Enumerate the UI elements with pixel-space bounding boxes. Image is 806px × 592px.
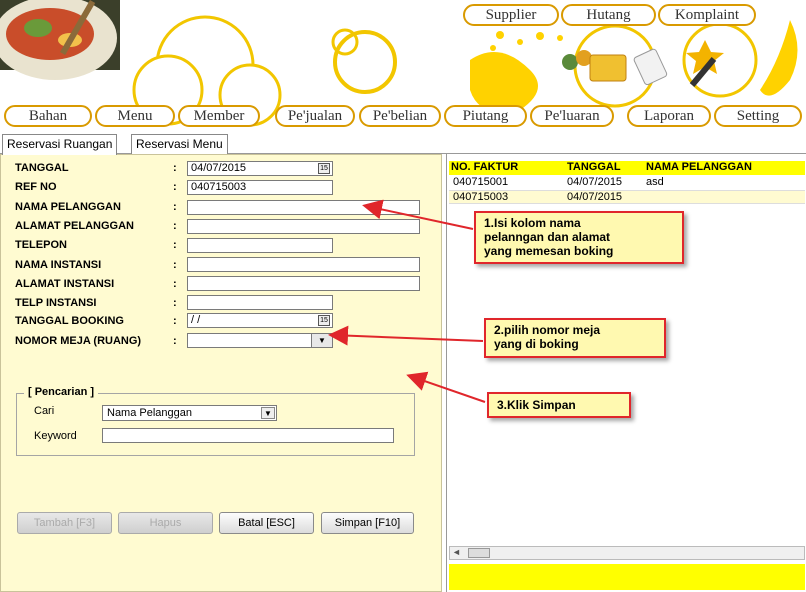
app-header: Supplier Hutang Komplaint Bahan Menu Mem… [0, 0, 806, 132]
label-nama-instansi: NAMA INSTANSI [15, 259, 102, 271]
label-tanggal-booking: TANGGAL BOOKING [15, 315, 124, 327]
table-row[interactable]: 040715003 04/07/2015 [449, 190, 805, 204]
menu-supplier[interactable]: Supplier [463, 4, 559, 26]
tab-reservasi-ruangan[interactable]: Reservasi Ruangan [2, 134, 118, 155]
label-tanggal: TANGGAL [15, 162, 69, 174]
tanggal-booking-value: / / [191, 314, 201, 326]
callout-step-2: 2.pilih nomor meja yang di boking [484, 318, 666, 358]
menu-peluaran[interactable]: Pe'luaran [530, 105, 614, 127]
calendar-icon[interactable]: 15 [318, 163, 330, 174]
grid-header: NO. FAKTUR TANGGAL NAMA PELANGGAN [449, 161, 805, 175]
tanggal-booking-input[interactable]: / / 15 [187, 313, 333, 328]
label-alamat-pelanggan: ALAMAT PELANGGAN [15, 220, 134, 232]
table-row[interactable]: 040715001 04/07/2015 asd [449, 176, 805, 190]
nama-instansi-input[interactable] [187, 257, 420, 272]
label-telp-instansi: TELP INSTANSI [15, 297, 97, 309]
tab-strip: Reservasi Ruangan Reservasi Menu [0, 134, 806, 155]
cell-tanggal: 04/07/2015 [567, 176, 623, 188]
scroll-left-icon[interactable]: ◄ [452, 547, 461, 557]
colon: : [173, 297, 177, 309]
search-group-title: [ Pencarian ] [24, 386, 99, 398]
colon: : [173, 239, 177, 251]
col-no-faktur[interactable]: NO. FAKTUR [451, 161, 518, 173]
cell-faktur: 040715001 [453, 176, 509, 188]
menu-hutang[interactable]: Hutang [561, 4, 656, 26]
menu-setting[interactable]: Setting [714, 105, 802, 127]
keyword-input[interactable] [102, 428, 394, 443]
scroll-thumb[interactable] [468, 548, 490, 558]
menu-pebelian[interactable]: Pe'belian [359, 105, 441, 127]
colon: : [173, 201, 177, 213]
colon: : [173, 259, 177, 271]
cari-value: Nama Pelanggan [107, 407, 193, 419]
callout-1-line-3: yang memesan boking [484, 244, 614, 258]
callout-step-1: 1.Isi kolom nama pelanngan dan alamat ya… [474, 211, 684, 264]
cell-nama: asd [646, 176, 664, 188]
telp-instansi-input[interactable] [187, 295, 333, 310]
simpan-button[interactable]: Simpan [F10] [321, 512, 414, 534]
search-group [16, 393, 415, 456]
label-nama-pelanggan: NAMA PELANGGAN [15, 201, 121, 213]
tambah-button[interactable]: Tambah [F3] [17, 512, 112, 534]
telepon-input[interactable] [187, 238, 333, 253]
menu-komplaint[interactable]: Komplaint [658, 4, 756, 26]
alamat-pelanggan-input[interactable] [187, 219, 420, 234]
colon: : [173, 315, 177, 327]
colon: : [173, 335, 177, 347]
cari-select[interactable]: Nama Pelanggan ▼ [102, 405, 277, 421]
tag-icon [633, 48, 668, 86]
colon: : [173, 220, 177, 232]
callout-1-line-2: pelanngan dan alamat [484, 230, 611, 244]
hapus-button[interactable]: Hapus [118, 512, 213, 534]
keyword-label: Keyword [34, 430, 77, 442]
col-nama-pelanggan[interactable]: NAMA PELANGGAN [646, 161, 752, 173]
menu-menu[interactable]: Menu [95, 105, 175, 127]
label-telepon: TELEPON [15, 239, 67, 251]
calendar-icon[interactable]: 15 [318, 315, 330, 326]
menu-member[interactable]: Member [178, 105, 260, 127]
ref-no-input[interactable]: 040715003 [187, 180, 333, 195]
alamat-instansi-input[interactable] [187, 276, 420, 291]
reservation-form: TANGGAL : 04/07/2015 15 REF NO : 0407150… [0, 154, 442, 592]
grid-footer-bar [449, 564, 805, 590]
menu-pejualan[interactable]: Pe'jualan [275, 105, 355, 127]
callout-1-line-1: 1.Isi kolom nama [484, 216, 581, 230]
tanggal-value: 04/07/2015 [191, 162, 247, 174]
menu-laporan[interactable]: Laporan [627, 105, 711, 127]
col-tanggal[interactable]: TANGGAL [567, 161, 621, 173]
wallet-icon [589, 54, 627, 82]
colon: : [173, 278, 177, 290]
nama-pelanggan-input[interactable] [187, 200, 420, 215]
label-ref-no: REF NO [15, 181, 57, 193]
cell-faktur: 040715003 [453, 191, 509, 203]
cell-tanggal: 04/07/2015 [567, 191, 623, 203]
tanggal-input[interactable]: 04/07/2015 15 [187, 161, 333, 176]
chevron-down-icon[interactable]: ▼ [261, 407, 275, 419]
callout-2-line-1: 2.pilih nomor meja [494, 323, 601, 337]
menu-piutang[interactable]: Piutang [444, 105, 527, 127]
chevron-down-icon[interactable]: ▼ [311, 333, 333, 348]
batal-button[interactable]: Batal [ESC] [219, 512, 314, 534]
cari-label: Cari [34, 405, 55, 417]
tab-reservasi-menu[interactable]: Reservasi Menu [131, 134, 228, 154]
horizontal-scrollbar[interactable]: ◄ [449, 546, 805, 560]
callout-step-3: 3.Klik Simpan [487, 392, 631, 418]
colon: : [173, 162, 177, 174]
label-nomor-meja: NOMOR MEJA (RUANG) [15, 335, 142, 347]
callout-3-text: 3.Klik Simpan [497, 398, 576, 412]
colon: : [173, 181, 177, 193]
label-alamat-instansi: ALAMAT INSTANSI [15, 278, 115, 290]
menu-bahan[interactable]: Bahan [4, 105, 92, 127]
callout-2-line-2: yang di boking [494, 337, 579, 351]
